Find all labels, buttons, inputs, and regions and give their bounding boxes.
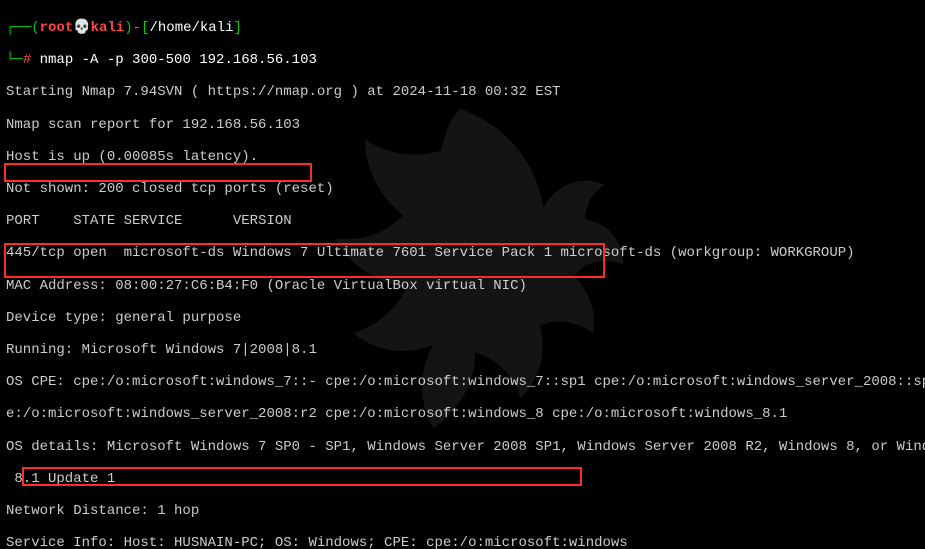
command-line[interactable]: └─# nmap -A -p 300-500 192.168.56.103 [6,52,919,68]
prompt-dash: - [133,20,141,36]
output-line: Device type: general purpose [6,310,919,326]
output-line: OS CPE: cpe:/o:microsoft:windows_7::- cp… [6,374,919,390]
output-line: Service Info: Host: HUSNAIN-PC; OS: Wind… [6,535,919,549]
terminal[interactable]: ┌──(root💀kali)-[/home/kali] └─# nmap -A … [0,0,925,549]
skull-icon: 💀 [73,20,90,36]
output-line: Host is up (0.00085s latency). [6,149,919,165]
output-line: 8.1 Update 1 [6,471,919,487]
prompt-hash: # [23,52,31,68]
output-line: Running: Microsoft Windows 7|2008|8.1 [6,342,919,358]
paren-close-icon: ) [124,20,132,36]
typed-command: nmap -A -p 300-500 192.168.56.103 [40,52,317,68]
prompt-host: kali [91,20,125,36]
corner-icon: └─ [6,52,23,68]
output-line: Starting Nmap 7.94SVN ( https://nmap.org… [6,84,919,100]
paren-open-icon: ┌──( [6,20,40,36]
prompt-cwd: /home/kali [149,20,233,36]
output-line: e:/o:microsoft:windows_server_2008:r2 cp… [6,406,919,422]
output-line: Network Distance: 1 hop [6,503,919,519]
output-line: Nmap scan report for 192.168.56.103 [6,117,919,133]
prompt-line: ┌──(root💀kali)-[/home/kali] [6,20,919,36]
output-line: MAC Address: 08:00:27:C6:B4:F0 (Oracle V… [6,278,919,294]
bracket-close-icon: ] [234,20,242,36]
output-line: PORT STATE SERVICE VERSION [6,213,919,229]
output-line: 445/tcp open microsoft-ds Windows 7 Ulti… [6,245,919,261]
output-line: OS details: Microsoft Windows 7 SP0 - SP… [6,439,919,455]
output-line: Not shown: 200 closed tcp ports (reset) [6,181,919,197]
prompt-user: root [40,20,74,36]
